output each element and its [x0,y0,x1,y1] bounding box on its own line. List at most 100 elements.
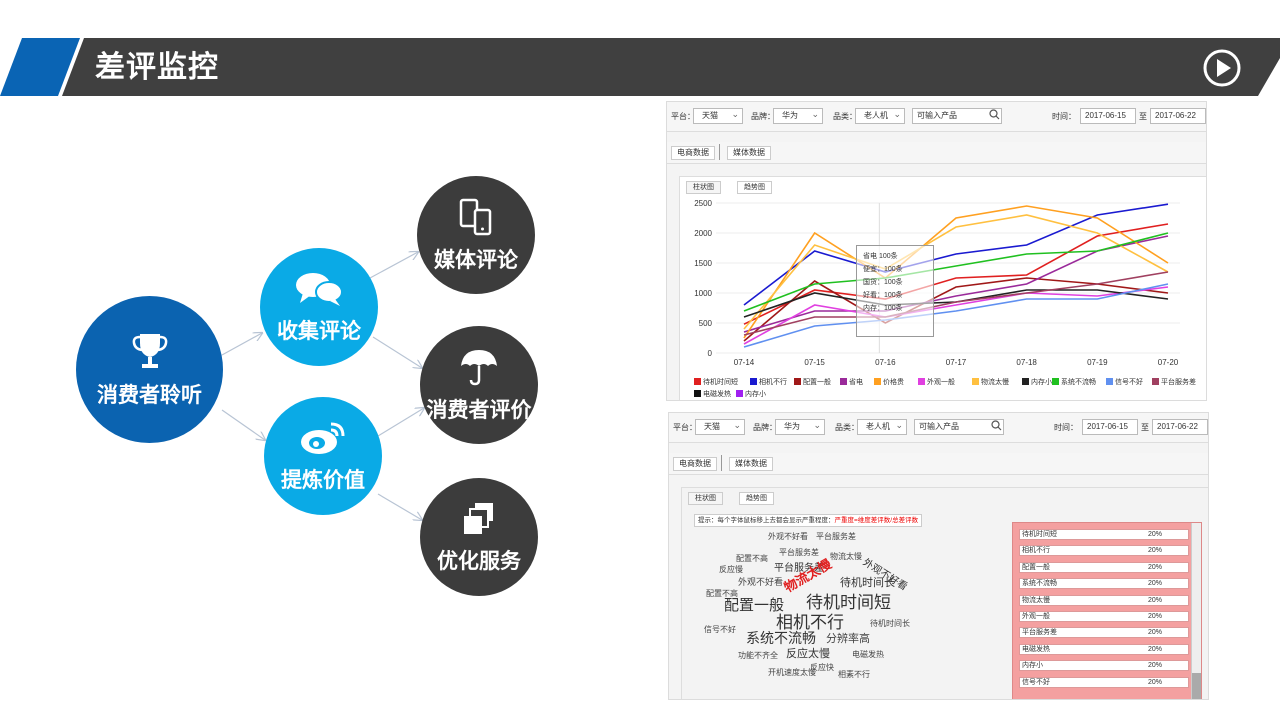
platform-select[interactable]: 天猫 [693,107,743,124]
cloud-word[interactable]: 待机时间长 [840,578,895,589]
ranking-scrollbar[interactable] [1191,523,1201,699]
ranking-row[interactable]: 相机不行 20% [1019,545,1189,557]
ranking-row[interactable]: 信号不好 20% [1019,676,1189,688]
cloud-word[interactable]: 待机时间长 [870,620,910,628]
cloud-word[interactable]: 系统不流畅 [746,631,816,645]
tab-media-data[interactable]: 媒体数据 [727,146,771,160]
ranking-scroll-thumb[interactable] [1192,673,1201,699]
x-tick-label: 07-20 [1158,358,1179,367]
subtab-bar-chart[interactable]: 柱状图 [688,492,723,505]
subtab-bar-chart[interactable]: 柱状图 [686,181,721,194]
search-icon[interactable] [989,109,1000,122]
cloud-word[interactable]: 外观不好看 [738,578,783,587]
legend-item[interactable]: 相机不行 [750,377,787,388]
ranking-name: 物流太慢 [1022,596,1050,604]
cloud-word[interactable]: 反应慢 [719,566,743,574]
category-label: 品类： [833,112,857,121]
cloud-word[interactable]: 配置一般 [724,598,784,613]
category-select[interactable]: 老人机 [857,418,907,435]
play-circle-icon[interactable] [1202,48,1242,88]
cloud-word[interactable]: 相素不行 [838,671,870,679]
cloud-word[interactable]: 开机速度太慢 [768,669,816,677]
severity-formula: 严重度=维度差评数/总差评数 [834,517,919,524]
legend-item[interactable]: 系统不流畅 [1052,377,1096,388]
category-label: 品类： [835,423,859,432]
ranking-name: 配置一般 [1022,563,1050,571]
ranking-row[interactable]: 系统不流畅 20% [1019,578,1189,590]
legend-item[interactable]: 内存小 [1022,377,1052,388]
cloud-word[interactable]: 信号不好 [704,626,736,634]
legend-item[interactable]: 省电 [840,377,863,388]
legend-item[interactable]: 配置一般 [794,377,831,388]
brand-label: 品牌： [753,423,777,432]
ranking-name: 待机时间短 [1022,531,1057,538]
ranking-row[interactable]: 待机时间短 20% [1019,529,1189,540]
cloud-word[interactable]: 平台服务差 [779,549,819,557]
ranking-name: 外观一般 [1022,613,1050,620]
series-line[interactable] [743,235,1169,333]
series-line[interactable] [743,214,1169,330]
media-node-label: 媒体评论 [434,247,518,272]
series-line[interactable] [743,271,1169,336]
tab-ecommerce-data[interactable]: 电商数据 [673,457,717,471]
cloud-word[interactable]: 分辨率高 [826,634,870,645]
cloud-word[interactable]: 反应太慢 [786,649,830,660]
legend-item[interactable]: 待机时间短 [694,377,738,388]
trend-line-chart: 0 500 1000 1500 2000 2500 07-14 07-15 07-16 07-17… [694,199,1180,367]
date-to-input[interactable]: 2017-06-22 [1152,419,1208,435]
legend-label: 信号不好 [1115,379,1143,386]
legend-item[interactable]: 信号不好 [1106,377,1143,388]
y-tick-label: 1500 [694,259,712,268]
category-select[interactable]: 老人机 [855,107,905,124]
legend-item[interactable]: 价格贵 [874,377,904,388]
cloud-word[interactable]: 功能不齐全 [738,652,778,660]
y-tick-label: 1000 [694,289,712,298]
cloud-word[interactable]: 待机时间短 [806,594,891,611]
legend-item[interactable]: 外观一般 [918,377,955,388]
ranking-row[interactable]: 内存小 20% [1019,660,1189,672]
refine-node-label: 提炼价值 [281,467,365,492]
cloud-word[interactable]: 外观不好看 [768,533,808,541]
legend-item[interactable]: 平台服务差 [1152,377,1196,388]
brand-select[interactable]: 华为 [773,107,823,124]
ranking-row[interactable]: 电磁发热 20% [1019,643,1189,655]
tab-ecommerce-data[interactable]: 电商数据 [671,146,715,160]
ranking-percent: 20% [1147,662,1162,670]
subtab-trend-chart[interactable]: 趋势图 [739,492,774,505]
x-tick-label: 07-14 [734,358,755,367]
ranking-percent: 20% [1147,596,1162,604]
search-icon[interactable] [991,420,1002,433]
tooltip-line: 好看：100条 [863,292,903,299]
cloud-word[interactable]: 反应快 [810,664,834,672]
ranking-row[interactable]: 外观一般 20% [1019,611,1189,622]
ranking-name: 电磁发热 [1022,645,1050,653]
legend-swatch [736,390,743,397]
ranking-percent: 20% [1147,563,1162,571]
legend-item[interactable]: 内存小 [736,389,766,400]
legend-swatch [840,378,847,385]
ranking-row[interactable]: 平台服务差 20% [1019,627,1189,639]
cloud-word[interactable]: 电磁发热 [852,651,884,659]
cloud-word[interactable]: 物流太慢 [830,553,862,561]
date-from-input[interactable]: 2017-06-15 [1080,108,1136,124]
legend-label: 内存小 [745,391,766,398]
brand-select[interactable]: 华为 [775,418,825,435]
subtab-trend-chart[interactable]: 趋势图 [737,181,772,194]
legend-swatch [794,378,801,385]
refine-node: 提炼价值 [264,397,382,515]
tab-divider [721,455,722,471]
ranking-row[interactable]: 物流太慢 20% [1019,594,1189,606]
platform-select[interactable]: 天猫 [695,418,745,435]
x-tick-label: 07-18 [1016,358,1037,367]
optimize-node-label: 优化服务 [437,548,521,573]
cloud-word[interactable]: 配置不高 [736,555,768,563]
date-to-input[interactable]: 2017-06-22 [1150,108,1206,124]
legend-swatch [1106,378,1113,385]
ranking-row[interactable]: 配置一般 20% [1019,561,1189,573]
tab-media-data[interactable]: 媒体数据 [729,457,773,471]
cloud-word[interactable]: 平台服务差 [816,533,856,541]
legend-item[interactable]: 电磁发热 [694,389,731,400]
date-from-input[interactable]: 2017-06-15 [1082,419,1138,435]
cloud-word[interactable]: 相机不行 [776,614,844,631]
legend-item[interactable]: 物流太慢 [972,377,1009,388]
